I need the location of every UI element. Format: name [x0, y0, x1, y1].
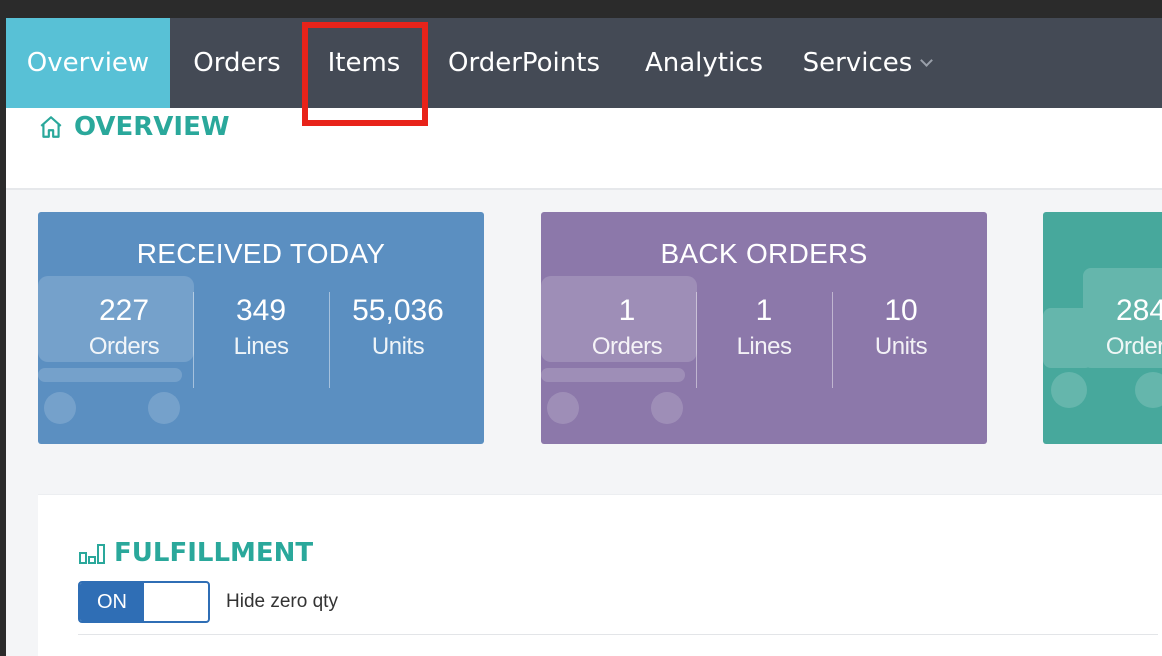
page-title-text: OVERVIEW [74, 112, 230, 142]
nav-items[interactable]: Items [314, 18, 414, 108]
nav-services-label: Services [802, 48, 913, 78]
shipped-card[interactable]: 284 Orders [1043, 212, 1162, 444]
stat-label: Orders [591, 333, 663, 360]
fulfillment-panel [38, 494, 1162, 656]
toggle-on-label: ON [80, 583, 144, 621]
hide-zero-label: Hide zero qty [226, 591, 338, 612]
stat-orders: 227 Orders [56, 294, 192, 366]
stat-value: 10 [884, 294, 918, 327]
card-title: BACK ORDERS [660, 238, 868, 269]
nav-orders[interactable]: Orders [182, 18, 292, 108]
nav-services[interactable]: Services [792, 18, 942, 108]
stat-lines: 1 Lines [696, 294, 832, 366]
top-navigation: Overview Orders Items OrderPoints Analyt… [6, 18, 1162, 119]
back-orders-card[interactable]: BACK ORDERS 1 Orders 1 Lines 10 Units [541, 212, 987, 444]
received-today-card[interactable]: RECEIVED TODAY 227 Orders 349 Lines 55,0… [38, 212, 484, 444]
nav-items-label: Items [327, 48, 401, 78]
fulfillment-title-text: FULFILLMENT [114, 538, 314, 568]
stat-orders: 284 Orders [1073, 294, 1162, 366]
divider [78, 634, 1158, 635]
nav-analytics[interactable]: Analytics [634, 18, 774, 108]
stat-lines: 349 Lines [193, 294, 329, 366]
stat-label: Orders [88, 333, 160, 360]
stat-label: Units [874, 333, 928, 360]
stat-label: Orders [1105, 333, 1162, 360]
stat-value: 1 [618, 294, 636, 327]
card-title: RECEIVED TODAY [136, 238, 386, 269]
stat-label: Units [371, 333, 425, 360]
bar-chart-icon [79, 544, 105, 564]
fulfillment-title: FULFILLMENT [78, 538, 313, 568]
home-icon [40, 116, 62, 138]
nav-analytics-label: Analytics [644, 48, 764, 78]
stat-value: 284 [1115, 294, 1162, 327]
nav-overview-label: Overview [26, 48, 150, 78]
nav-orders-label: Orders [193, 48, 281, 78]
stat-orders: 1 Orders [559, 294, 695, 366]
stat-label: Lines [233, 333, 289, 360]
stat-units: 10 Units [833, 294, 969, 366]
stat-label: Lines [736, 333, 792, 360]
nav-orderpoints[interactable]: OrderPoints [434, 18, 614, 108]
stat-value: 227 [98, 294, 150, 327]
nav-orderpoints-label: OrderPoints [448, 48, 600, 78]
chevron-down-icon [920, 53, 934, 67]
stat-value: 55,036 [352, 294, 444, 327]
nav-overview[interactable]: Overview [6, 18, 170, 119]
page-title: OVERVIEW [38, 112, 230, 142]
stat-value: 1 [755, 294, 773, 327]
stat-value: 349 [235, 294, 287, 327]
hide-zero-toggle[interactable]: ON [78, 581, 210, 623]
stat-units: 55,036 Units [330, 294, 466, 366]
